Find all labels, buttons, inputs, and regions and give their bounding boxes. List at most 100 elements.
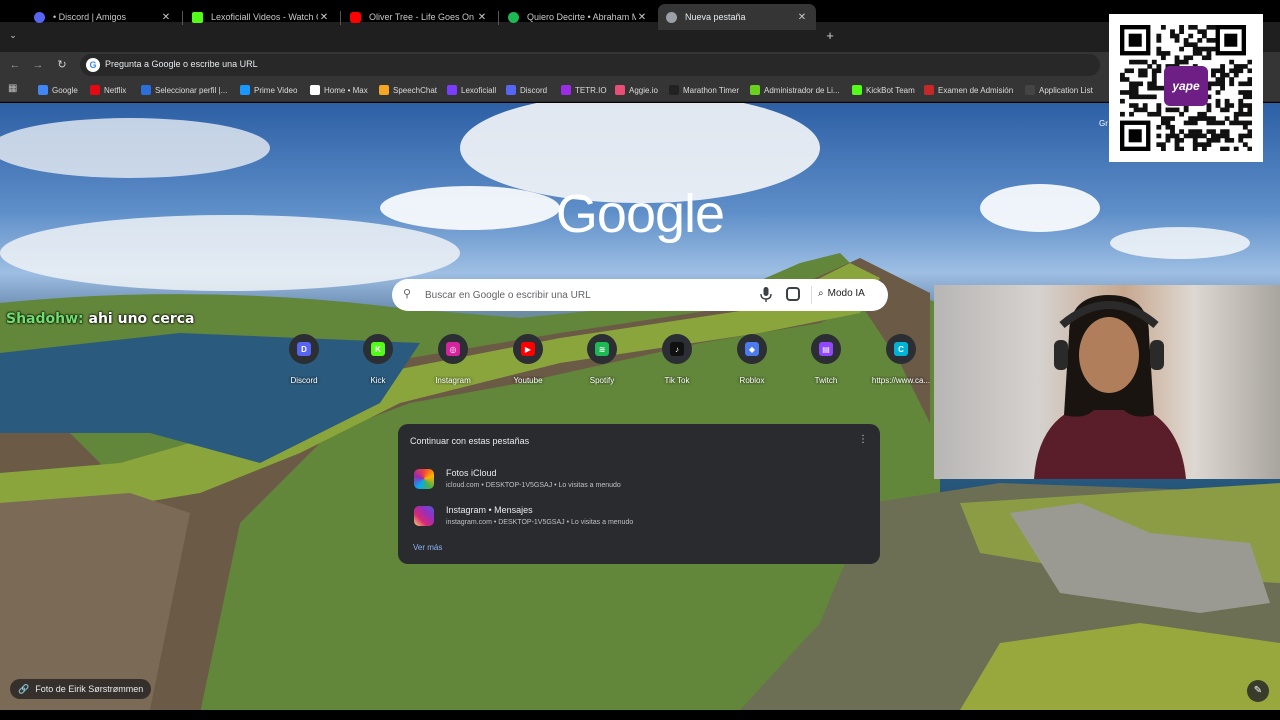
tab-title: Nueva pestaña — [685, 12, 746, 22]
photo-credit[interactable]: 🔗 Foto de Eirik Sørstrømmen — [10, 679, 152, 699]
icloud-photos-icon — [414, 469, 434, 489]
shortcut-icon-circle: ◎ — [438, 334, 468, 364]
shortcut-favicon-icon: ◎ — [446, 342, 460, 356]
reload-icon[interactable]: ↻ — [54, 57, 70, 73]
search-divider — [811, 286, 812, 304]
bookmark-label: Home • Max — [324, 85, 368, 95]
bookmark-label: Aggie.io — [629, 85, 658, 95]
tab-divider — [182, 11, 183, 25]
forward-arrow-icon[interactable]: → — [30, 57, 46, 73]
search-placeholder: Buscar en Google o escribir una URL — [425, 290, 591, 301]
bookmark-label: Seleccionar perfil |... — [155, 85, 228, 95]
shortcut-icon-circle: C — [886, 334, 916, 364]
shortcut-favicon-icon: ▤ — [819, 342, 833, 356]
bookmark-favicon-icon — [506, 85, 516, 95]
bookmark-favicon-icon — [310, 85, 320, 95]
bookmark-favicon-icon — [669, 85, 679, 95]
bookmark-favicon-icon — [379, 85, 389, 95]
webcam-overlay — [934, 285, 1280, 479]
link-icon: 🔗 — [18, 683, 30, 694]
shortcut-tile[interactable]: ♪ Tik Tok — [642, 334, 712, 388]
shortcut-tile[interactable]: ▶ Youtube — [493, 334, 563, 388]
google-g-icon: G — [86, 58, 100, 72]
close-icon[interactable]: ✕ — [160, 12, 172, 23]
tab-title: • Discord | Amigos — [53, 12, 127, 22]
bookmark-item[interactable]: Examen de Admisión — [924, 83, 1013, 97]
bookmark-item[interactable]: Administrador de Li... — [750, 83, 840, 97]
bookmark-label: Application List — [1039, 85, 1093, 95]
tab-search-chevron-icon[interactable]: ⌄ — [6, 30, 20, 44]
bookmark-label: Examen de Admisión — [938, 85, 1014, 95]
google-lens-icon[interactable] — [786, 287, 800, 301]
shortcut-icon-circle: ♪ — [662, 334, 692, 364]
shortcut-favicon-icon: C — [894, 342, 908, 356]
instagram-icon — [414, 506, 434, 526]
close-icon[interactable]: ✕ — [476, 12, 488, 23]
spotify-icon — [508, 11, 519, 23]
bookmark-favicon-icon — [141, 85, 151, 95]
bookmark-item[interactable]: Netflix — [90, 83, 126, 97]
tab-spotify[interactable]: Quiero Decirte • Abraham Mate ✕ — [500, 4, 656, 30]
shortcut-tile[interactable]: ◆ Roblox — [717, 334, 787, 388]
bookmark-label: Netflix — [104, 85, 127, 95]
continue-item-icloud[interactable]: Fotos iCloud icloud.com • DESKTOP-1V5GSA… — [406, 463, 872, 496]
new-tab-button[interactable]: + — [822, 28, 838, 44]
shortcut-tile[interactable]: ≋ Spotify — [567, 334, 637, 388]
shortcut-label: Roblox — [739, 376, 765, 385]
shortcut-tile[interactable]: K Kick — [343, 334, 413, 388]
tab-kick[interactable]: Lexoficiall Videos - Watch On-D ✕ — [184, 4, 338, 30]
shortcut-tile[interactable]: Chttps://www.ca... — [866, 334, 936, 388]
shortcut-favicon-icon: D — [297, 342, 311, 356]
bookmark-item[interactable]: Application List — [1025, 83, 1093, 97]
bookmark-item[interactable]: KickBot Team — [852, 83, 915, 97]
search-icon: ⚲ — [403, 288, 412, 300]
shortcut-label: https://www.ca... — [871, 376, 931, 385]
bookmark-favicon-icon — [852, 85, 862, 95]
bookmark-item[interactable]: Marathon Timer — [669, 83, 739, 97]
apps-grid-icon[interactable]: ▦ — [8, 83, 20, 95]
ai-mode-button[interactable]: ⌕ Modo IA — [818, 288, 865, 299]
shortcut-icon-circle: ≋ — [587, 334, 617, 364]
shortcut-tile[interactable]: ◎ Instagram — [418, 334, 488, 388]
tab-youtube[interactable]: Oliver Tree - Life Goes On [Mus ✕ — [342, 4, 496, 30]
bookmark-item[interactable]: Lexoficiall — [447, 83, 496, 97]
bookmark-label: KickBot Team — [866, 85, 915, 95]
bookmark-item[interactable]: Discord — [506, 83, 547, 97]
bookmark-item[interactable]: Home • Max — [310, 83, 368, 97]
microphone-icon[interactable] — [760, 287, 772, 303]
customize-pencil-icon[interactable]: ✎ — [1247, 680, 1269, 702]
shortcut-tile[interactable]: D Discord — [269, 334, 339, 388]
bookmark-label: TETR.IO — [575, 85, 607, 95]
tab-title: Oliver Tree - Life Goes On [Mus — [369, 12, 476, 22]
close-icon[interactable]: ✕ — [318, 12, 330, 23]
bookmark-label: Google — [52, 85, 78, 95]
greeting-text: Gr — [1099, 119, 1108, 128]
back-arrow-icon[interactable]: ← — [7, 57, 23, 73]
discord-icon — [34, 11, 45, 23]
shortcut-tile[interactable]: ▤ Twitch — [791, 334, 861, 388]
shortcut-icon-circle: ▶ — [513, 334, 543, 364]
see-more-link[interactable]: Ver más — [413, 543, 442, 552]
bookmark-item[interactable]: Aggie.io — [615, 83, 658, 97]
continue-item-title: Fotos iCloud — [446, 468, 497, 478]
ai-mode-icon: ⌕ — [818, 288, 824, 299]
tab-new-tab[interactable]: Nueva pestaña ✕ — [658, 4, 816, 30]
more-vert-icon[interactable]: ⋮ — [858, 434, 868, 445]
shortcut-label: Twitch — [814, 376, 838, 385]
tab-title: Lexoficiall Videos - Watch On-D — [211, 12, 318, 22]
bookmark-item[interactable]: Google — [38, 83, 78, 97]
continue-item-instagram[interactable]: Instagram • Mensajes instagram.com • DES… — [406, 500, 872, 533]
bookmark-item[interactable]: SpeechChat — [379, 83, 437, 97]
tab-discord[interactable]: • Discord | Amigos ✕ — [26, 4, 180, 30]
bookmark-favicon-icon — [924, 85, 934, 95]
chrome-icon — [666, 11, 677, 23]
bookmark-item[interactable]: Prime Video — [240, 83, 297, 97]
close-icon[interactable]: ✕ — [796, 12, 808, 23]
bookmark-label: Marathon Timer — [683, 85, 740, 95]
bookmark-favicon-icon — [38, 85, 48, 95]
shortcut-icon-circle: ▤ — [811, 334, 841, 364]
shortcut-icon-circle: D — [289, 334, 319, 364]
bookmark-item[interactable]: Seleccionar perfil |... — [141, 83, 227, 97]
close-icon[interactable]: ✕ — [636, 12, 648, 23]
bookmark-item[interactable]: TETR.IO — [561, 83, 607, 97]
